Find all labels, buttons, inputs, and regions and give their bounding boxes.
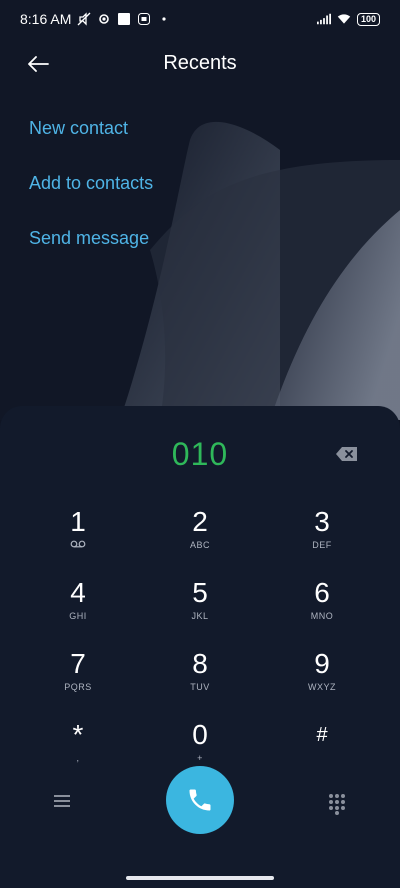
backspace-button[interactable]	[336, 446, 358, 462]
key-digit: 3	[314, 506, 330, 537]
backspace-icon	[336, 447, 357, 461]
key-6[interactable]: 6 MNO	[262, 577, 382, 639]
key-letters: +	[197, 753, 203, 763]
send-message-link[interactable]: Send message	[29, 220, 153, 275]
status-time: 8:16 AM	[20, 11, 72, 27]
status-bar: 8:16 AM 100	[0, 0, 400, 38]
settings-icon	[97, 12, 111, 26]
key-letters: JKL	[191, 611, 209, 621]
key-digit: 1	[70, 506, 86, 537]
phone-icon	[189, 789, 211, 811]
key-letters: WXYZ	[308, 682, 336, 692]
key-digit: 2	[192, 506, 208, 537]
mute-icon	[77, 12, 91, 26]
add-to-contacts-link[interactable]: Add to contacts	[29, 165, 153, 220]
key-digit: 0	[192, 719, 208, 750]
new-contact-link[interactable]: New contact	[29, 110, 153, 165]
wifi-icon	[337, 12, 351, 26]
square-icon	[117, 12, 131, 26]
key-digit: 5	[192, 577, 208, 608]
dot-icon	[157, 12, 171, 26]
battery-icon: 100	[356, 12, 380, 26]
key-letters: DEF	[312, 540, 332, 550]
key-3[interactable]: 3 DEF	[262, 506, 382, 568]
action-list: New contact Add to contacts Send message	[29, 110, 153, 275]
key-digit: 4	[70, 577, 86, 608]
key-letters: TUV	[190, 682, 210, 692]
dialpad-panel: 010 1 2 ABC 3 DEF 4 GHI 5 JKL 6 MNO 7 PQ…	[0, 406, 400, 888]
key-8[interactable]: 8 TUV	[140, 648, 260, 710]
key-2[interactable]: 2 ABC	[140, 506, 260, 568]
key-digit: 8	[192, 648, 208, 679]
key-digit: *	[72, 719, 84, 750]
key-digit: 9	[314, 648, 330, 679]
page-title: Recents	[163, 52, 237, 74]
bottom-controls	[0, 766, 400, 846]
key-digit: 7	[70, 648, 86, 679]
key-7[interactable]: 7 PQRS	[18, 648, 138, 710]
signal-icon	[316, 12, 331, 26]
key-letters: PQRS	[64, 682, 92, 692]
key-letters: ABC	[189, 540, 210, 550]
header: Recents	[0, 44, 400, 84]
key-4[interactable]: 4 GHI	[18, 577, 138, 639]
key-digit: 6	[314, 577, 330, 608]
dialpad-toggle-button[interactable]	[327, 793, 347, 815]
menu-icon	[54, 795, 70, 807]
key-letters: GHI	[69, 611, 87, 621]
key-5[interactable]: 5 JKL	[140, 577, 260, 639]
key-letters: MNO	[310, 611, 334, 621]
key-9[interactable]: 9 WXYZ	[262, 648, 382, 710]
app-icon	[137, 12, 151, 26]
key-1[interactable]: 1	[18, 506, 138, 568]
key-letters: ,	[76, 753, 80, 763]
voicemail-icon	[18, 540, 138, 550]
menu-button[interactable]	[52, 793, 76, 813]
home-indicator[interactable]	[126, 876, 274, 880]
call-button[interactable]	[166, 766, 234, 834]
key-digit: #	[316, 724, 328, 746]
dialpad-icon	[329, 794, 345, 815]
